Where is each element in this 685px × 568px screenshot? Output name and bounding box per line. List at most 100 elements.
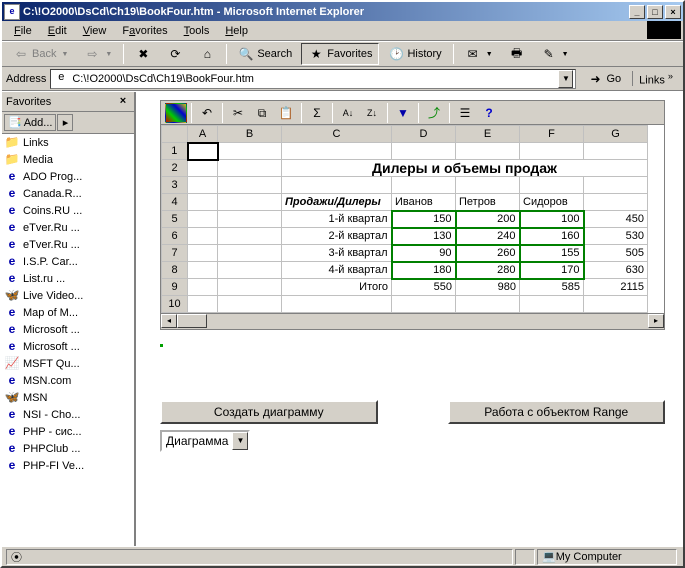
horizontal-scrollbar[interactable]: ◂ ▸ bbox=[161, 313, 664, 329]
column-header[interactable]: G bbox=[584, 126, 648, 143]
favorites-item[interactable]: eADO Prog... bbox=[2, 168, 134, 185]
help-button[interactable]: ? bbox=[478, 103, 500, 123]
sheet-title[interactable]: Дилеры и объемы продаж bbox=[282, 160, 648, 177]
cell[interactable] bbox=[218, 143, 282, 160]
cell[interactable]: 260 bbox=[456, 245, 520, 262]
cell[interactable]: 2115 bbox=[584, 279, 648, 296]
cell[interactable]: 980 bbox=[456, 279, 520, 296]
cell[interactable]: 530 bbox=[584, 228, 648, 245]
menu-help[interactable]: Help bbox=[217, 23, 256, 39]
favorites-item[interactable]: 📈MSFT Qu... bbox=[2, 355, 134, 372]
cell[interactable] bbox=[188, 262, 218, 279]
history-button[interactable]: 🕑History bbox=[381, 43, 448, 65]
cell[interactable]: 90 bbox=[392, 245, 456, 262]
cell[interactable]: 130 bbox=[392, 228, 456, 245]
cell[interactable] bbox=[456, 296, 520, 313]
cell[interactable]: 2-й квартал bbox=[282, 228, 392, 245]
select-all[interactable] bbox=[162, 126, 188, 143]
column-header[interactable]: D bbox=[392, 126, 456, 143]
row-header[interactable]: 7 bbox=[162, 245, 188, 262]
favorites-item[interactable]: eNSI - Cho... bbox=[2, 406, 134, 423]
cell[interactable] bbox=[188, 245, 218, 262]
cell[interactable] bbox=[188, 177, 218, 194]
cell[interactable]: 585 bbox=[520, 279, 584, 296]
menu-view[interactable]: View bbox=[75, 23, 115, 39]
cell[interactable] bbox=[218, 177, 282, 194]
properties-button[interactable]: ☰ bbox=[454, 103, 476, 123]
favorites-item[interactable]: eMSN.com bbox=[2, 372, 134, 389]
favorites-item[interactable]: eeTver.Ru ... bbox=[2, 219, 134, 236]
favorites-item[interactable]: eMicrosoft ... bbox=[2, 338, 134, 355]
favorites-item[interactable]: eCanada.R... bbox=[2, 185, 134, 202]
favorites-add[interactable]: 📑 Add... bbox=[4, 114, 56, 131]
cell[interactable] bbox=[520, 143, 584, 160]
links-toolbar[interactable]: Links » bbox=[632, 71, 679, 87]
cell[interactable] bbox=[188, 194, 218, 211]
sort-asc-button[interactable]: A↓ bbox=[337, 103, 359, 123]
cell[interactable]: 4-й квартал bbox=[282, 262, 392, 279]
minimize-button[interactable]: _ bbox=[629, 5, 645, 19]
cell[interactable] bbox=[584, 143, 648, 160]
favorites-item[interactable]: eI.S.P. Car... bbox=[2, 253, 134, 270]
column-header[interactable]: B bbox=[218, 126, 282, 143]
export-button[interactable]: ⤴ bbox=[423, 103, 445, 123]
mail-button[interactable]: ✉▼ bbox=[458, 43, 500, 65]
autofilter-button[interactable]: ▼ bbox=[392, 103, 414, 123]
cell[interactable] bbox=[218, 211, 282, 228]
favorites-organize[interactable]: ▸ bbox=[57, 114, 73, 131]
column-header[interactable]: A bbox=[188, 126, 218, 143]
column-header[interactable]: F bbox=[520, 126, 584, 143]
range-object-button[interactable]: Работа с объектом Range bbox=[448, 400, 666, 424]
cell[interactable]: Иванов bbox=[392, 194, 456, 211]
copy-button[interactable]: ⧉ bbox=[251, 103, 273, 123]
cell[interactable]: 100 bbox=[520, 211, 584, 228]
cell[interactable]: 160 bbox=[520, 228, 584, 245]
cell[interactable]: 200 bbox=[456, 211, 520, 228]
edit-button[interactable]: ✎▼ bbox=[534, 43, 576, 65]
cell[interactable]: Итого bbox=[282, 279, 392, 296]
home-button[interactable]: ⌂ bbox=[192, 43, 222, 65]
favorites-item[interactable]: 🦋Live Video... bbox=[2, 287, 134, 304]
favorites-item[interactable]: eCoins.RU ... bbox=[2, 202, 134, 219]
cell[interactable] bbox=[218, 279, 282, 296]
favorites-item[interactable]: eeTver.Ru ... bbox=[2, 236, 134, 253]
cell[interactable]: 630 bbox=[584, 262, 648, 279]
create-chart-button[interactable]: Создать диаграмму bbox=[160, 400, 378, 424]
owc-icon[interactable] bbox=[165, 103, 187, 123]
maximize-button[interactable]: □ bbox=[647, 5, 663, 19]
column-header[interactable]: E bbox=[456, 126, 520, 143]
address-input[interactable]: e C:\!O2000\DsCd\Ch19\BookFour.htm ▼ bbox=[50, 69, 576, 89]
cell[interactable] bbox=[188, 279, 218, 296]
scroll-right[interactable]: ▸ bbox=[648, 314, 664, 328]
resize-handle[interactable] bbox=[160, 344, 163, 347]
cell[interactable] bbox=[584, 177, 648, 194]
cell[interactable] bbox=[188, 143, 218, 160]
cell[interactable]: 240 bbox=[456, 228, 520, 245]
spreadsheet-grid[interactable]: ABCDEFG12Дилеры и объемы продаж34Продажи… bbox=[161, 125, 664, 313]
row-header[interactable]: 3 bbox=[162, 177, 188, 194]
row-header[interactable]: 5 bbox=[162, 211, 188, 228]
cell[interactable]: 450 bbox=[584, 211, 648, 228]
cell[interactable]: Петров bbox=[456, 194, 520, 211]
cell[interactable]: 550 bbox=[392, 279, 456, 296]
cell[interactable]: Продажи/Дилеры bbox=[282, 194, 392, 211]
cell[interactable] bbox=[218, 228, 282, 245]
cell[interactable] bbox=[188, 228, 218, 245]
row-header[interactable]: 6 bbox=[162, 228, 188, 245]
paste-button[interactable]: 📋 bbox=[275, 103, 297, 123]
cell[interactable] bbox=[188, 296, 218, 313]
cell[interactable] bbox=[392, 177, 456, 194]
cell[interactable] bbox=[188, 160, 218, 177]
favorites-item[interactable]: eList.ru ... bbox=[2, 270, 134, 287]
cell[interactable] bbox=[188, 211, 218, 228]
cut-button[interactable]: ✂ bbox=[227, 103, 249, 123]
stop-button[interactable]: ✖ bbox=[128, 43, 158, 65]
cell[interactable]: 150 bbox=[392, 211, 456, 228]
undo-button[interactable]: ↶ bbox=[196, 103, 218, 123]
cell[interactable] bbox=[218, 245, 282, 262]
cell[interactable] bbox=[456, 143, 520, 160]
row-header[interactable]: 9 bbox=[162, 279, 188, 296]
favorites-item[interactable]: eMicrosoft ... bbox=[2, 321, 134, 338]
search-button[interactable]: 🔍Search bbox=[231, 43, 299, 65]
cell[interactable] bbox=[392, 296, 456, 313]
